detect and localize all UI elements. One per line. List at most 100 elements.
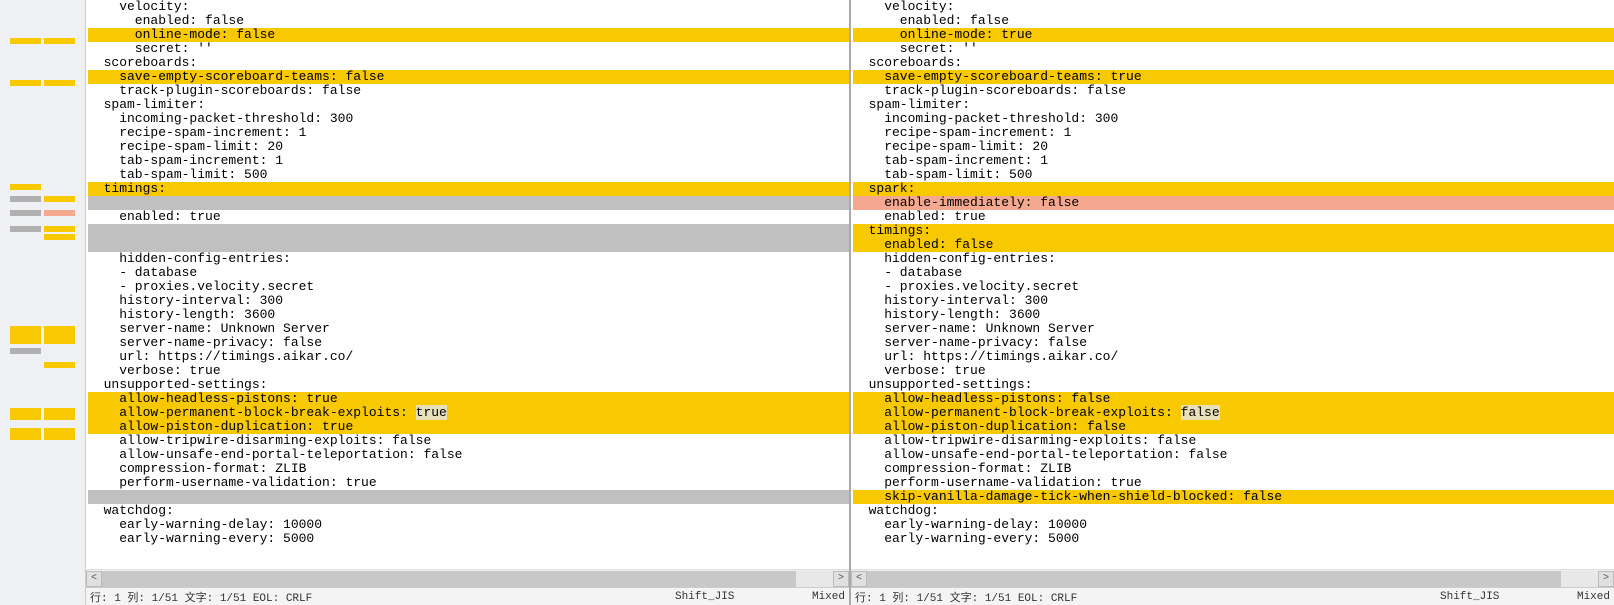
code-line[interactable]: recipe-spam-limit: 20: [88, 140, 849, 154]
h-scrollbar[interactable]: < >: [86, 569, 849, 587]
code-line[interactable]: - proxies.velocity.secret: [853, 280, 1614, 294]
code-line[interactable]: recipe-spam-increment: 1: [853, 126, 1614, 140]
code-line[interactable]: early-warning-delay: 10000: [88, 518, 849, 532]
code-line[interactable]: history-interval: 300: [853, 294, 1614, 308]
code-line[interactable]: spark:: [853, 182, 1614, 196]
code-line[interactable]: incoming-packet-threshold: 300: [853, 112, 1614, 126]
code-line[interactable]: [88, 490, 849, 504]
code-line[interactable]: early-warning-every: 5000: [853, 532, 1614, 546]
code-line[interactable]: tab-spam-increment: 1: [88, 154, 849, 168]
code-line[interactable]: enabled: false: [853, 14, 1614, 28]
code-line[interactable]: tab-spam-limit: 500: [88, 168, 849, 182]
scroll-thumb[interactable]: [867, 571, 1561, 587]
code-line[interactable]: watchdog:: [853, 504, 1614, 518]
code-line[interactable]: early-warning-every: 5000: [88, 532, 849, 546]
code-line[interactable]: server-name: Unknown Server: [88, 322, 849, 336]
code-line[interactable]: allow-tripwire-disarming-exploits: false: [88, 434, 849, 448]
code-line[interactable]: server-name-privacy: false: [853, 336, 1614, 350]
code-line[interactable]: compression-format: ZLIB: [88, 462, 849, 476]
code-line[interactable]: scoreboards:: [88, 56, 849, 70]
minimap-marker[interactable]: [10, 38, 75, 44]
code-line[interactable]: save-empty-scoreboard-teams: false: [88, 70, 849, 84]
scroll-track[interactable]: [867, 571, 1598, 587]
code-line[interactable]: server-name: Unknown Server: [853, 322, 1614, 336]
code-line[interactable]: timings:: [853, 224, 1614, 238]
code-line[interactable]: allow-headless-pistons: false: [853, 392, 1614, 406]
code-line[interactable]: hidden-config-entries:: [88, 252, 849, 266]
code-line[interactable]: - database: [853, 266, 1614, 280]
code-line[interactable]: save-empty-scoreboard-teams: true: [853, 70, 1614, 84]
code-line[interactable]: watchdog:: [88, 504, 849, 518]
code-line[interactable]: tab-spam-increment: 1: [853, 154, 1614, 168]
code-line[interactable]: url: https://timings.aikar.co/: [88, 350, 849, 364]
code-line[interactable]: server-name-privacy: false: [88, 336, 849, 350]
code-line[interactable]: perform-username-validation: true: [88, 476, 849, 490]
code-line[interactable]: tab-spam-limit: 500: [853, 168, 1614, 182]
code-line[interactable]: online-mode: false: [88, 28, 849, 42]
code-line[interactable]: skip-vanilla-damage-tick-when-shield-blo…: [853, 490, 1614, 504]
minimap-marker[interactable]: [10, 338, 75, 344]
minimap-marker[interactable]: [10, 226, 75, 232]
minimap-marker[interactable]: [10, 362, 75, 368]
code-line[interactable]: allow-tripwire-disarming-exploits: false: [853, 434, 1614, 448]
code-line[interactable]: [88, 196, 849, 210]
code-line[interactable]: velocity:: [88, 0, 849, 14]
code-line[interactable]: incoming-packet-threshold: 300: [88, 112, 849, 126]
code-line[interactable]: [88, 238, 849, 252]
scroll-left-icon[interactable]: <: [86, 571, 102, 587]
scroll-right-icon[interactable]: >: [833, 571, 849, 587]
minimap-marker[interactable]: [10, 348, 75, 354]
code-line[interactable]: allow-headless-pistons: true: [88, 392, 849, 406]
code-line[interactable]: scoreboards:: [853, 56, 1614, 70]
code-line[interactable]: perform-username-validation: true: [853, 476, 1614, 490]
minimap-marker[interactable]: [10, 434, 75, 440]
code-line[interactable]: allow-piston-duplication: false: [853, 420, 1614, 434]
minimap-marker[interactable]: [10, 414, 75, 420]
minimap[interactable]: [0, 0, 86, 605]
code-line[interactable]: secret: '': [853, 42, 1614, 56]
scroll-thumb[interactable]: [102, 571, 796, 587]
code-line[interactable]: spam-limiter:: [853, 98, 1614, 112]
code-line[interactable]: enabled: false: [88, 14, 849, 28]
code-line[interactable]: - database: [88, 266, 849, 280]
code-line[interactable]: recipe-spam-increment: 1: [88, 126, 849, 140]
code-line[interactable]: allow-piston-duplication: true: [88, 420, 849, 434]
code-line[interactable]: velocity:: [853, 0, 1614, 14]
minimap-marker[interactable]: [10, 234, 75, 240]
minimap-marker[interactable]: [10, 80, 75, 86]
code-line[interactable]: enabled: false: [853, 238, 1614, 252]
code-line[interactable]: online-mode: true: [853, 28, 1614, 42]
code-line[interactable]: unsupported-settings:: [853, 378, 1614, 392]
code-line[interactable]: hidden-config-entries:: [853, 252, 1614, 266]
code-line[interactable]: verbose: true: [88, 364, 849, 378]
right-editor[interactable]: velocity: enabled: false online-mode: tr…: [851, 0, 1614, 569]
code-line[interactable]: compression-format: ZLIB: [853, 462, 1614, 476]
code-line[interactable]: [88, 224, 849, 238]
code-line[interactable]: allow-unsafe-end-portal-teleportation: f…: [853, 448, 1614, 462]
minimap-marker[interactable]: [10, 196, 75, 202]
code-line[interactable]: history-interval: 300: [88, 294, 849, 308]
code-line[interactable]: track-plugin-scoreboards: false: [88, 84, 849, 98]
code-line[interactable]: allow-unsafe-end-portal-teleportation: f…: [88, 448, 849, 462]
code-line[interactable]: track-plugin-scoreboards: false: [853, 84, 1614, 98]
code-line[interactable]: history-length: 3600: [88, 308, 849, 322]
code-line[interactable]: recipe-spam-limit: 20: [853, 140, 1614, 154]
code-line[interactable]: verbose: true: [853, 364, 1614, 378]
scroll-right-icon[interactable]: >: [1598, 571, 1614, 587]
code-line[interactable]: secret: '': [88, 42, 849, 56]
code-line[interactable]: history-length: 3600: [853, 308, 1614, 322]
code-line[interactable]: allow-permanent-block-break-exploits: tr…: [88, 406, 849, 420]
code-line[interactable]: enabled: true: [88, 210, 849, 224]
h-scrollbar[interactable]: < >: [851, 569, 1614, 587]
code-line[interactable]: allow-permanent-block-break-exploits: fa…: [853, 406, 1614, 420]
code-line[interactable]: early-warning-delay: 10000: [853, 518, 1614, 532]
code-line[interactable]: url: https://timings.aikar.co/: [853, 350, 1614, 364]
code-line[interactable]: spam-limiter:: [88, 98, 849, 112]
minimap-marker[interactable]: [10, 184, 75, 190]
code-line[interactable]: - proxies.velocity.secret: [88, 280, 849, 294]
scroll-track[interactable]: [102, 571, 833, 587]
code-line[interactable]: timings:: [88, 182, 849, 196]
minimap-marker[interactable]: [10, 210, 75, 216]
code-line[interactable]: enabled: true: [853, 210, 1614, 224]
left-editor[interactable]: velocity: enabled: false online-mode: fa…: [86, 0, 849, 569]
